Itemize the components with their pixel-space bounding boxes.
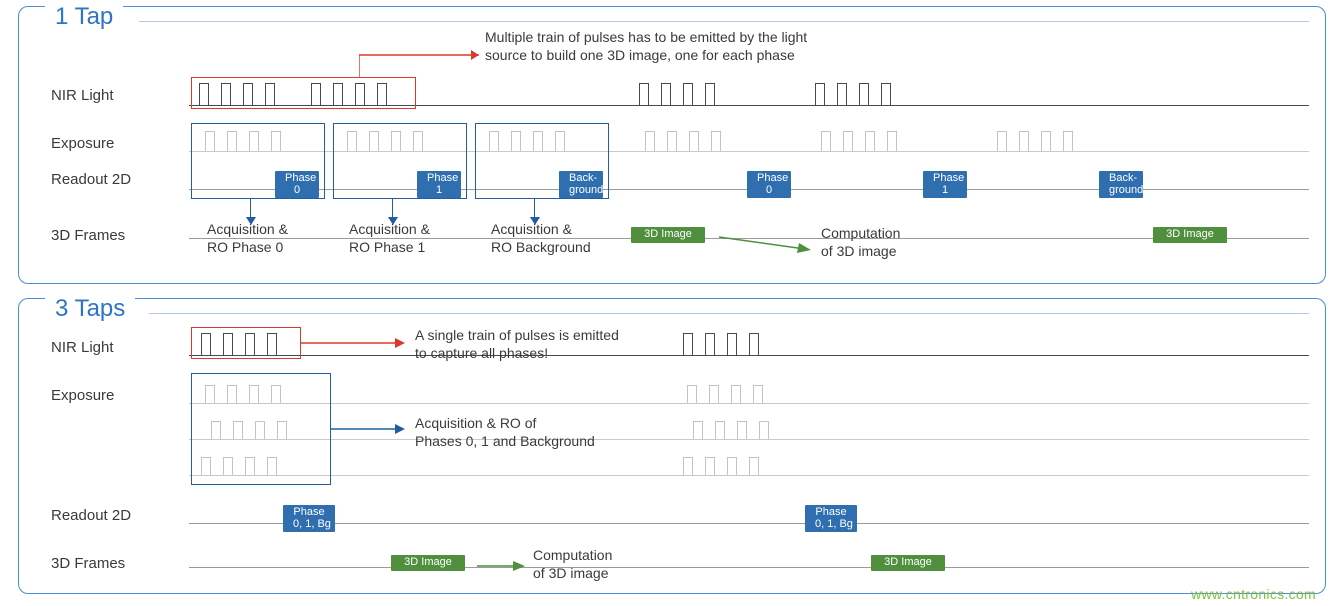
pulse (749, 457, 759, 475)
nir-axis2 (189, 355, 1309, 356)
tag-phase1: Phase 1 (417, 171, 461, 198)
pulse (815, 83, 825, 105)
pulse (1019, 131, 1029, 151)
pulse (1041, 131, 1051, 151)
blue-callout (331, 421, 411, 437)
panel1-title: 1 Tap (45, 3, 123, 31)
panel-3-taps: 3 Taps NIR Light Exposure Readout 2D 3D … (18, 298, 1326, 594)
red-callout (359, 45, 487, 79)
pulse (821, 131, 831, 151)
pulse (683, 83, 693, 105)
pulse (689, 131, 699, 151)
pulse (705, 333, 715, 355)
tag-phase1-b: Phase 1 (923, 171, 967, 198)
arrow-acqbg (534, 199, 535, 217)
pulse (639, 83, 649, 105)
tag-phase-comb-a: Phase 0, 1, Bg (283, 505, 335, 532)
pulse (693, 421, 703, 439)
arrow-acq0 (250, 199, 251, 217)
tag-phase0: Phase 0 (275, 171, 319, 198)
tag-3dimage-d: 3D Image (871, 555, 945, 571)
pulse (731, 385, 741, 403)
title-rule2 (149, 313, 1309, 314)
label2-nir: NIR Light (51, 339, 114, 356)
pulse (749, 333, 759, 355)
pulse (645, 131, 655, 151)
label2-exposure: Exposure (51, 387, 114, 404)
pulse (997, 131, 1007, 151)
tag-3dimage-a: 3D Image (631, 227, 705, 243)
exp-axis-a (189, 403, 1309, 404)
frames-axis2 (189, 567, 1309, 568)
pulse (759, 421, 769, 439)
cap-3tap: Acquisition & RO of Phases 0, 1 and Back… (415, 415, 595, 450)
pulse (727, 333, 737, 355)
pulse (727, 457, 737, 475)
label-readout: Readout 2D (51, 171, 131, 188)
label-nir: NIR Light (51, 87, 114, 104)
pulse (683, 457, 693, 475)
pulse (881, 83, 891, 105)
pulse (711, 131, 721, 151)
pulse (737, 421, 747, 439)
compute-arrow2 (477, 559, 529, 575)
tag-phase-comb-b: Phase 0, 1, Bg (805, 505, 857, 532)
pulse (715, 421, 725, 439)
tag-bg: Back- ground (559, 171, 603, 198)
pulse (837, 83, 847, 105)
pulse (667, 131, 677, 151)
pulse (709, 385, 719, 403)
tag-bg-b: Back- ground (1099, 171, 1143, 198)
acq-box-3tap (191, 373, 331, 485)
pulse (843, 131, 853, 151)
compute-label: Computation of 3D image (821, 225, 900, 260)
tag-3dimage-c: 3D Image (391, 555, 465, 571)
label-3dframes: 3D Frames (51, 227, 125, 244)
panel2-annotation: A single train of pulses is emitted to c… (415, 327, 619, 362)
redbox-nir (191, 77, 416, 109)
exp-axis-b (189, 439, 1309, 440)
label2-3dframes: 3D Frames (51, 555, 125, 572)
tag-3dimage-b: 3D Image (1153, 227, 1227, 243)
panel2-title: 3 Taps (45, 295, 135, 323)
watermark: www.cntronics.com (1191, 586, 1316, 602)
readout-axis2 (189, 523, 1309, 524)
title-rule (139, 21, 1309, 22)
pulse (887, 131, 897, 151)
panel-1-tap: 1 Tap Multiple train of pulses has to be… (18, 6, 1326, 284)
pulse (1063, 131, 1073, 151)
panel1-annotation: Multiple train of pulses has to be emitt… (485, 29, 807, 64)
pulse (753, 385, 763, 403)
pulse (859, 83, 869, 105)
pulse (865, 131, 875, 151)
pulse (705, 83, 715, 105)
compute-label2: Computation of 3D image (533, 547, 612, 582)
compute-arrow (719, 233, 819, 257)
arrow-acq1 (392, 199, 393, 217)
exp-axis-c (189, 475, 1309, 476)
redbox-nir2 (191, 327, 301, 359)
pulse (705, 457, 715, 475)
label2-readout: Readout 2D (51, 507, 131, 524)
label-exposure: Exposure (51, 135, 114, 152)
pulse (683, 333, 693, 355)
pulse (687, 385, 697, 403)
pulse (661, 83, 671, 105)
red-callout2 (301, 335, 411, 351)
tag-phase0-b: Phase 0 (747, 171, 791, 198)
